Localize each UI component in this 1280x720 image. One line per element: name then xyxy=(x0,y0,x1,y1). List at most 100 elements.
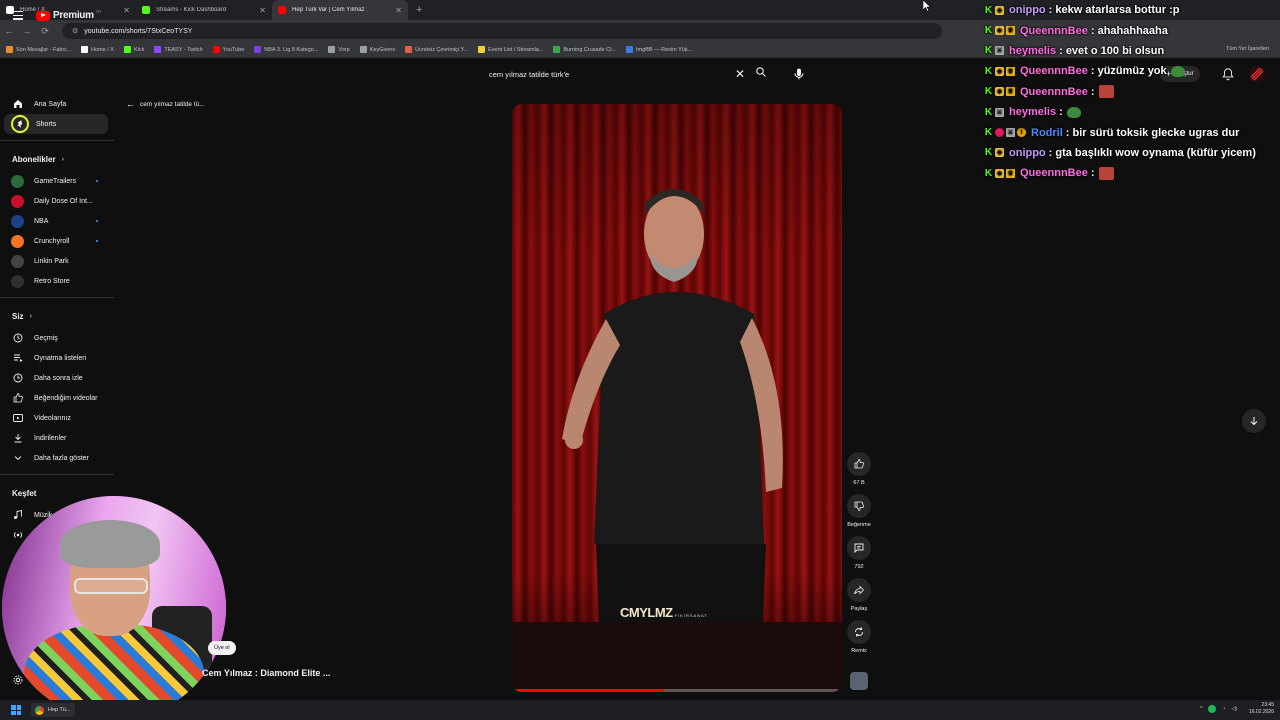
chat-username[interactable]: QueennnBee xyxy=(1020,86,1088,98)
kick-badge-icon: K xyxy=(984,147,993,159)
browser-tab[interactable]: Streams - Kick Dashboard ✕ xyxy=(136,0,272,20)
bookmark-item[interactable]: Ücretsiz Çevrimiçi Y... xyxy=(405,46,468,53)
sidebar-item-chevron-down[interactable]: Daha fazla göster xyxy=(0,448,114,468)
voice-search-icon[interactable] xyxy=(791,66,807,82)
url-text: youtube.com/shorts/7StxCeoTYSY xyxy=(84,27,193,35)
site-info-icon[interactable]: ⚙ xyxy=(72,27,78,35)
youtube-logo[interactable]: Premium TR xyxy=(36,9,101,21)
next-short-button[interactable] xyxy=(1242,409,1266,433)
sidebar-item-label: Crunchyroll xyxy=(34,237,70,245)
short-video-player[interactable]: CMYLMZ FİKİRSANAT xyxy=(512,104,842,692)
bookmark-item[interactable]: Event List / Streamla... xyxy=(478,46,543,53)
taskbar-chrome-app[interactable]: Hep Tü... xyxy=(31,703,75,717)
dislike-button[interactable] xyxy=(847,494,871,518)
action-label: Beğenme xyxy=(847,522,871,528)
sidebar-item-like[interactable]: Beğendiğim videolar xyxy=(0,388,114,408)
clear-search-icon[interactable]: ✕ xyxy=(730,67,750,81)
sidebar-item-shorts[interactable]: Shorts xyxy=(4,114,108,134)
sidebar-item-your-videos[interactable]: Videolarınız xyxy=(0,408,114,428)
chat-username[interactable]: heymelis xyxy=(1009,45,1056,57)
kick-badge-icon: K xyxy=(984,65,993,77)
bookmark-item[interactable]: TEASY - Twitch xyxy=(154,46,203,53)
browser-tab[interactable]: Hep Türk Var | Cem Yılmaz ✕ xyxy=(272,0,408,20)
chat-username[interactable]: heymelis xyxy=(1009,106,1056,118)
kick-badge-icon: K xyxy=(984,106,993,118)
sidebar-item-label: İndirilenler xyxy=(34,434,67,442)
action-label: Paylaş xyxy=(850,606,868,612)
remix-action: Remix xyxy=(846,620,872,654)
remix-button[interactable] xyxy=(847,620,871,644)
chat-text: : xyxy=(1059,106,1063,119)
bookmark-item[interactable]: KeyGivers xyxy=(359,46,395,53)
network-icon[interactable]: ◔ xyxy=(1222,706,1225,712)
you-header[interactable]: Siz › xyxy=(0,304,114,328)
sidebar-item-history[interactable]: Geçmiş xyxy=(0,328,114,348)
search-input[interactable] xyxy=(480,64,730,84)
bookmark-item[interactable]: Home / X xyxy=(81,46,114,53)
short-title[interactable]: Cem Yılmaz : Diamond Elite ... xyxy=(202,668,330,678)
clock[interactable]: 23:45 16.02.2026 xyxy=(1249,702,1274,716)
close-tab-icon[interactable]: ✕ xyxy=(123,6,130,15)
tray-chevron-icon[interactable]: ^ xyxy=(1200,706,1202,712)
sidebar-item-channel[interactable]: GameTrailers xyxy=(0,171,114,191)
chat-username[interactable]: QueennnBee xyxy=(1020,25,1088,37)
comment-button[interactable] xyxy=(847,536,871,560)
bookmark-item[interactable]: YouTube xyxy=(212,46,244,53)
close-tab-icon[interactable]: ✕ xyxy=(259,6,266,15)
sidebar-item-channel[interactable]: Crunchyroll xyxy=(0,231,114,251)
bookmark-label: TEASY - Twitch xyxy=(164,46,203,53)
chat-badges: K ◆ ♛ xyxy=(984,86,1017,97)
chat-username[interactable]: onippo xyxy=(1009,4,1046,16)
volume-icon[interactable]: ◁) xyxy=(1231,706,1237,712)
chat-badges: K ◆ ♛ xyxy=(984,168,1017,179)
menu-icon[interactable] xyxy=(13,11,23,22)
chrome-icon xyxy=(35,705,44,715)
chat-username[interactable]: QueennnBee xyxy=(1020,65,1088,77)
windows-start-icon[interactable] xyxy=(11,705,21,715)
chat-username[interactable]: Rodril xyxy=(1031,127,1063,139)
watermark-sub: FİKİRSANAT xyxy=(674,613,708,618)
subscriptions-header[interactable]: Abonelikler › xyxy=(0,147,114,171)
chevron-down-icon xyxy=(11,452,24,465)
back-icon[interactable]: ← xyxy=(0,26,18,36)
video-progress-bar[interactable] xyxy=(512,689,842,692)
chat-text: : ahahahhaaha xyxy=(1090,24,1168,37)
url-field[interactable]: ⚙ youtube.com/shorts/7StxCeoTYSY xyxy=(62,23,942,39)
back-to-results[interactable]: ← cem yılmaz tatilde tü... xyxy=(126,99,205,109)
bookmark-item[interactable]: ImgBB — Resim Yük... xyxy=(626,46,692,53)
like-button[interactable] xyxy=(847,452,871,476)
sidebar-item-playlist[interactable]: Oynatma listeleri xyxy=(0,348,114,368)
sidebar-item-channel[interactable]: Daily Dose Of Int... xyxy=(0,191,114,211)
sidebar-item-label: NBA xyxy=(34,217,49,225)
sidebar-item-channel[interactable]: NBA xyxy=(0,211,114,231)
bookmark-item[interactable]: Son Mesajlar - Fabci... xyxy=(6,46,71,53)
short-actions: 67 B Beğenme 792 Paylaş Remix xyxy=(846,452,872,662)
bookmark-item[interactable]: Kick xyxy=(123,46,144,53)
search-icon[interactable] xyxy=(750,65,772,83)
sidebar-item-channel[interactable]: Linkin Park xyxy=(0,251,114,271)
sidebar-item-home[interactable]: Ana Sayfa xyxy=(0,94,114,114)
chat-message: K ⚔! Rodril: bir sürü toksik glecke ugras … xyxy=(980,122,1280,142)
sidebar-item-channel[interactable]: Retro Store xyxy=(0,271,114,291)
bookmark-item[interactable]: NBA 3. Lig 8 Katego... xyxy=(254,46,318,53)
sidebar-item-download[interactable]: İndirilenler xyxy=(0,428,114,448)
bookmark-favicon-icon xyxy=(405,46,413,53)
bookmark-item[interactable]: Burning Crusade Cl... xyxy=(553,46,616,53)
chat-text: : xyxy=(1090,167,1095,180)
forward-icon[interactable]: → xyxy=(18,26,36,36)
close-tab-icon[interactable]: ✕ xyxy=(395,6,402,15)
new-tab-icon[interactable]: + xyxy=(416,4,422,16)
bookmark-label: Home / X xyxy=(91,46,114,53)
new-content-dot xyxy=(96,240,98,242)
like-icon xyxy=(11,392,24,405)
bookmark-item[interactable]: Vorp xyxy=(328,46,350,53)
chat-username[interactable]: QueennnBee xyxy=(1020,167,1088,179)
sound-thumbnail[interactable] xyxy=(850,672,868,690)
chat-username[interactable]: onippo xyxy=(1009,147,1046,159)
join-button[interactable]: Üye ol xyxy=(208,641,236,655)
bookmark-favicon-icon xyxy=(359,46,367,53)
sidebar-item-watch-later[interactable]: Daha sonra izle xyxy=(0,368,114,388)
spotify-icon[interactable] xyxy=(1208,705,1217,713)
share-button[interactable] xyxy=(847,578,871,602)
reload-icon[interactable]: ⟳ xyxy=(36,26,54,37)
